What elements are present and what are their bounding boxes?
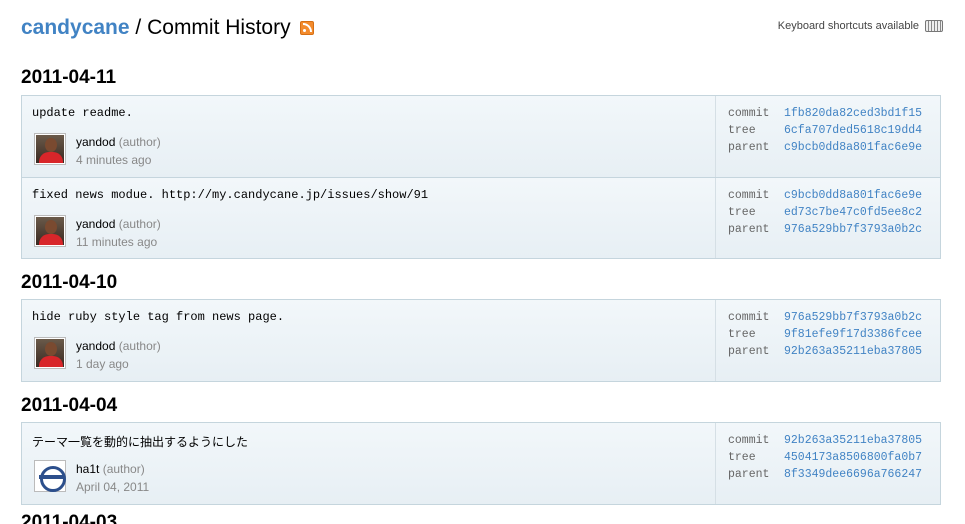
author-role: (author) [118,135,161,149]
keyboard-icon[interactable] [925,20,943,32]
page-title-text: Commit History [147,16,291,39]
commit-meta: commit 92b263a35211eba37805 tree 4504173a8… [715,423,941,504]
tree-sha-link[interactable]: 4504173a8506800fa0b7 [784,449,922,466]
author-name[interactable]: yandod [76,135,115,149]
parent-sha-link[interactable]: 92b263a35211eba37805 [784,343,922,360]
author-role: (author) [118,339,161,353]
commit-author-block: yandod (author) 11 minutes ago [76,215,161,251]
commit-message[interactable]: update readme. [32,106,133,120]
tree-label: tree [728,451,756,464]
commit-group: update readme. yandod (author) 4 minutes… [21,95,941,259]
parent-label: parent [728,345,770,358]
commit-sha-link[interactable]: 976a529bb7f3793a0b2c [784,309,922,326]
commit-message[interactable]: fixed news modue. http://my.candycane.jp… [32,188,428,202]
tree-label: tree [728,328,756,341]
date-heading: 2011-04-10 [21,272,118,293]
commit-time: 4 minutes ago [76,153,152,167]
commit-author-block: yandod (author) 4 minutes ago [76,133,161,169]
tree-sha-link[interactable]: ed73c7be47c0fd5ee8c2 [784,204,922,221]
avatar[interactable] [34,337,66,369]
parent-label: parent [728,141,770,154]
page-header: candycane / Commit History Keyboard shor… [21,14,943,42]
author-name[interactable]: yandod [76,217,115,231]
person-avatar-icon [36,135,64,163]
commit-group: hide ruby style tag from news page. yand… [21,299,941,382]
avatar[interactable] [34,460,66,492]
logo-avatar-icon [36,462,66,492]
commit-label: commit [728,107,770,120]
tree-label: tree [728,206,756,219]
commit-message[interactable]: テーマ一覧を動的に抽出するようにした [32,433,248,450]
author-role: (author) [118,217,161,231]
commit-item: テーマ一覧を動的に抽出するようにした ha1t (author) April 0… [22,423,940,504]
commit-label: commit [728,434,770,447]
keyboard-shortcuts[interactable]: Keyboard shortcuts available [778,20,943,32]
commit-meta: commit c9bcb0dd8a801fac6e9e tree ed73c7be4… [715,178,941,258]
commit-group: テーマ一覧を動的に抽出するようにした ha1t (author) April 0… [21,422,941,505]
parent-label: parent [728,223,770,236]
parent-sha-link[interactable]: 976a529bb7f3793a0b2c [784,221,922,238]
commit-item: hide ruby style tag from news page. yand… [22,300,940,381]
commit-meta: commit 1fb820da82ced3bd1f15 tree 6cfa707de… [715,96,941,177]
keyboard-shortcuts-label[interactable]: Keyboard shortcuts available [778,20,919,32]
parent-sha-link[interactable]: c9bcb0dd8a801fac6e9e [784,139,922,156]
repo-link[interactable]: candycane [21,16,130,39]
commit-time: April 04, 2011 [76,480,150,494]
commit-sha-link[interactable]: 1fb820da82ced3bd1f15 [784,105,922,122]
commit-time: 11 minutes ago [76,235,158,249]
commit-item: fixed news modue. http://my.candycane.jp… [22,177,940,258]
avatar[interactable] [34,133,66,165]
person-avatar-icon [36,217,64,245]
commit-message[interactable]: hide ruby style tag from news page. [32,310,284,324]
parent-sha-link[interactable]: 8f3349dee6696a766247 [784,466,922,483]
date-heading: 2011-04-04 [21,395,118,416]
commit-sha-link[interactable]: 92b263a35211eba37805 [784,432,922,449]
date-heading-partial: 2011-04-03 [21,512,118,524]
commit-author-block: ha1t (author) April 04, 2011 [76,460,149,496]
commit-item: update readme. yandod (author) 4 minutes… [22,96,940,177]
avatar[interactable] [34,215,66,247]
commit-sha-link[interactable]: c9bcb0dd8a801fac6e9e [784,187,922,204]
date-heading: 2011-04-11 [21,67,117,88]
tree-label: tree [728,124,756,137]
commit-label: commit [728,189,770,202]
author-name[interactable]: ha1t [76,462,99,476]
commit-label: commit [728,311,770,324]
author-name[interactable]: yandod [76,339,115,353]
parent-label: parent [728,468,770,481]
rss-feed-icon[interactable] [300,21,315,35]
person-avatar-icon [36,339,64,367]
commit-author-block: yandod (author) 1 day ago [76,337,161,373]
commit-meta: commit 976a529bb7f3793a0b2c tree 9f81efe9f… [715,300,941,381]
tree-sha-link[interactable]: 6cfa707ded5618c19dd4 [784,122,922,139]
tree-sha-link[interactable]: 9f81efe9f17d3386fcee [784,326,922,343]
title-separator: / [135,16,142,39]
author-role: (author) [102,462,145,476]
commit-time: 1 day ago [76,357,129,371]
